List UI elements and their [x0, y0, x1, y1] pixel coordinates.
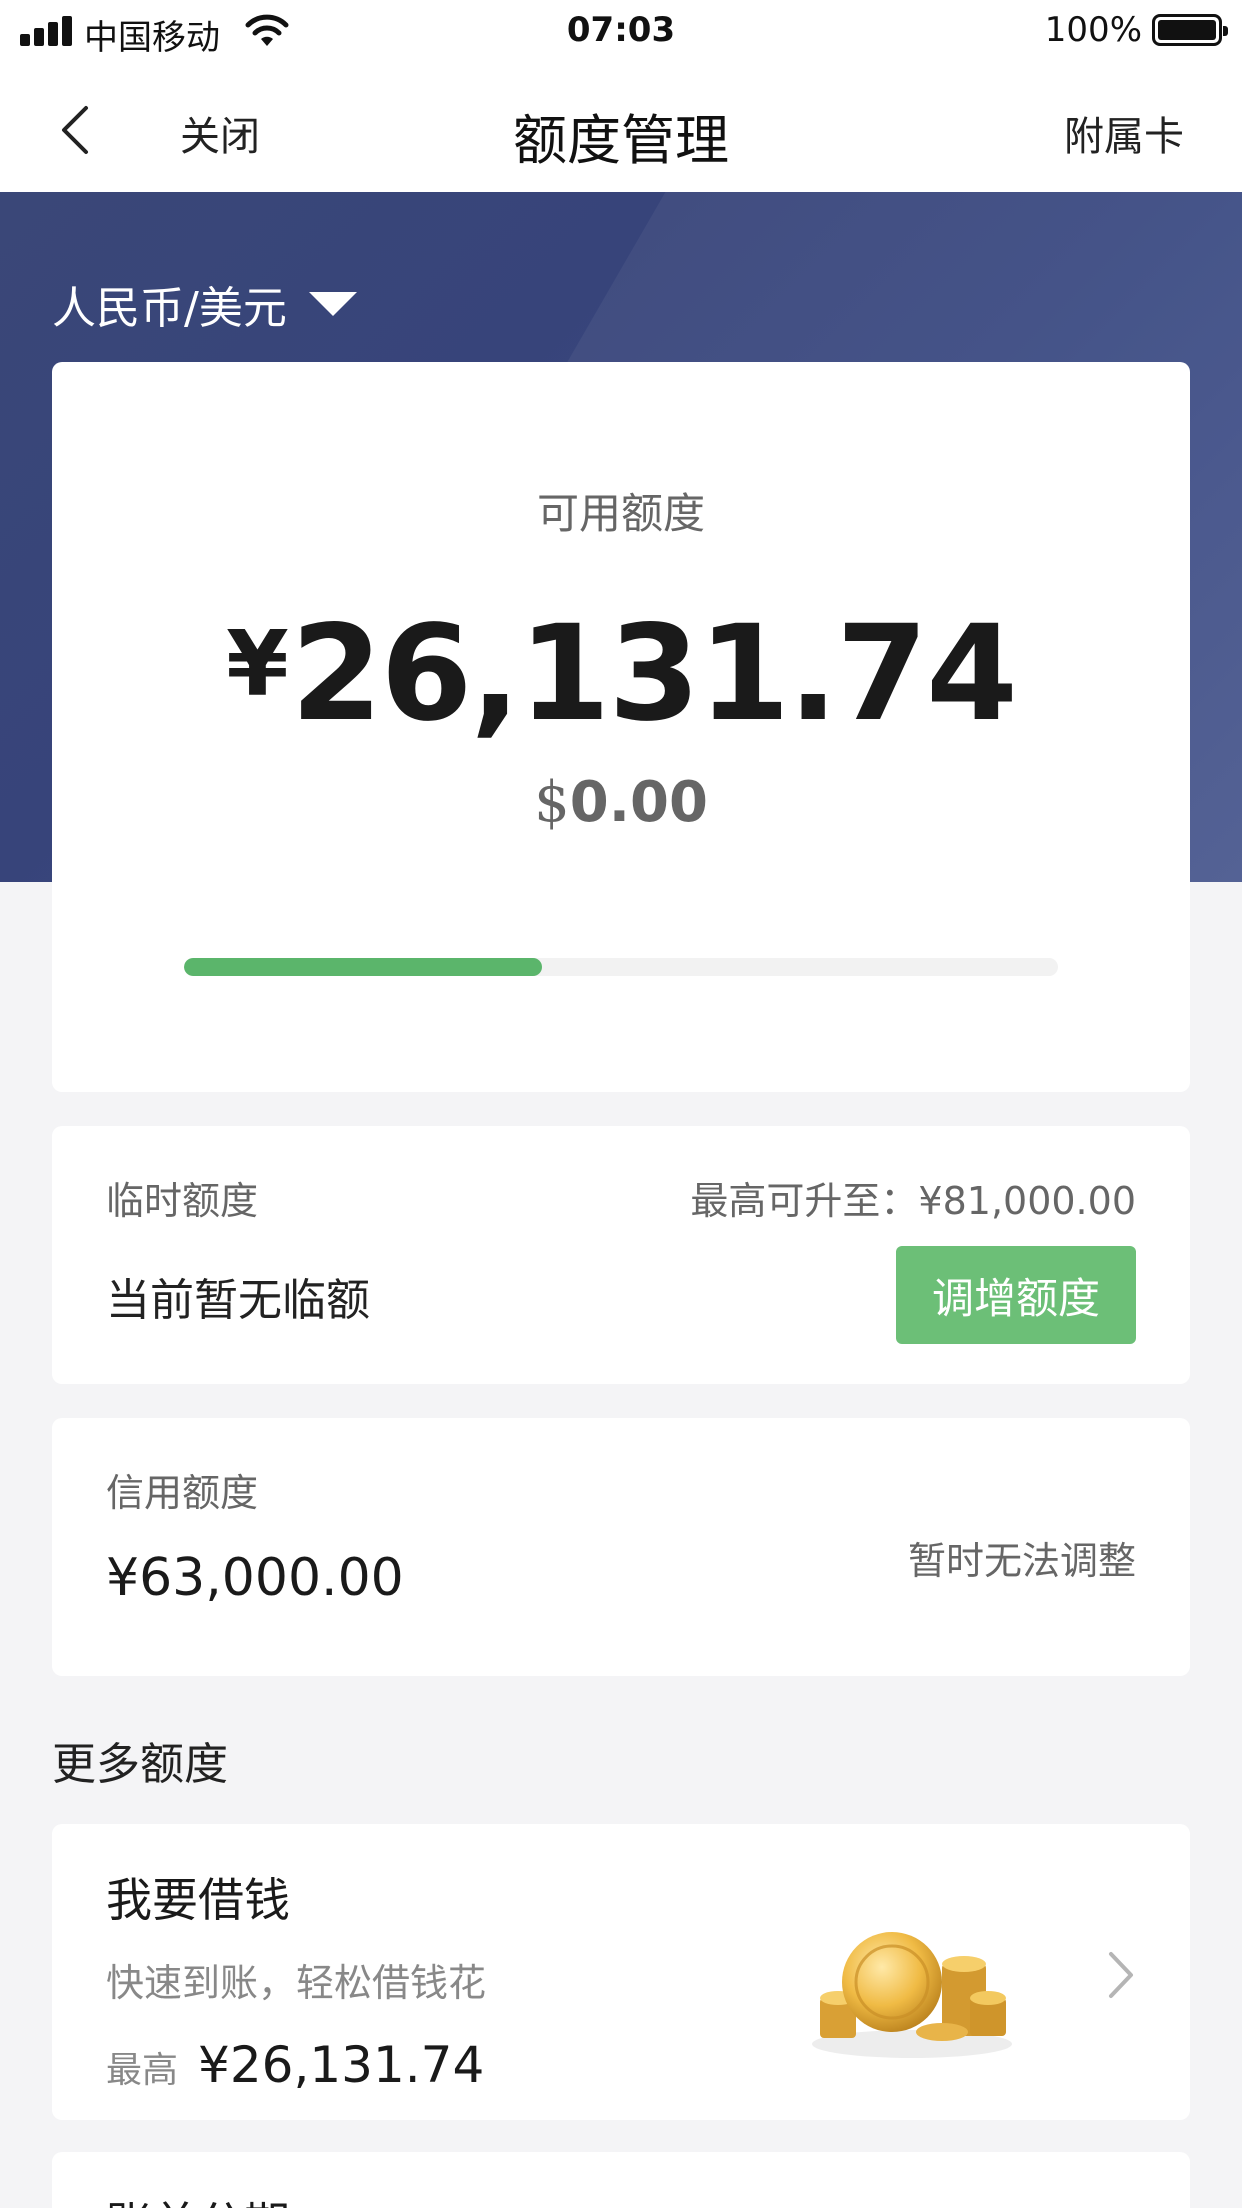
credit-limit-card: 信用额度 ¥63,000.00 暂时无法调整 [52, 1418, 1190, 1676]
available-credit-card: 可用额度 ¥26,131.74 $0.00 [52, 362, 1190, 1092]
borrow-money-subtitle: 快速到账，轻松借钱花 [106, 1961, 487, 2005]
temporary-credit-max: 最高可升至：¥81,000.00 [690, 1179, 1136, 1223]
usd-symbol: $ [534, 770, 570, 835]
available-credit-amount: ¥26,131.74 [52, 590, 1190, 749]
supplementary-card-button[interactable]: 附属卡 [1064, 104, 1184, 162]
usd-amount-value: 0.00 [569, 770, 708, 835]
currency-selector[interactable]: 人民币/美元 [52, 272, 357, 336]
borrow-max-label: 最高 [106, 2050, 179, 2091]
borrow-money-title: 我要借钱 [106, 1873, 290, 1927]
credit-limit-note: 暂时无法调整 [907, 1539, 1136, 1583]
gold-coins-icon [812, 1932, 1012, 2058]
usage-progress-bar [184, 958, 1058, 976]
credit-limit-label: 信用额度 [106, 1471, 259, 1515]
chevron-right-icon [1109, 1952, 1133, 1998]
battery-icon [1152, 14, 1228, 46]
temporary-credit-status: 当前暂无临额 [106, 1275, 370, 1326]
yen-symbol: ¥ [226, 612, 289, 717]
borrow-max-value: ¥26,131.74 [198, 2036, 485, 2094]
more-credit-section-title: 更多额度 [52, 1739, 228, 1790]
installment-card[interactable]: 账单分期 [52, 2152, 1190, 2208]
borrow-money-max: 最高 ¥26,131.74 [106, 2036, 484, 2094]
usage-progress-fill [184, 958, 543, 976]
usd-available-amount: $0.00 [52, 770, 1190, 835]
battery-percent: 100% [1044, 10, 1142, 50]
page-title: 额度管理 [513, 109, 729, 172]
available-amount-value: 26,131.74 [290, 597, 1018, 751]
temporary-credit-card: 临时额度 最高可升至：¥81,000.00 当前暂无临额 调增额度 [52, 1126, 1190, 1384]
temporary-credit-label: 临时额度 [106, 1179, 259, 1223]
nav-bar: 关闭 额度管理 附属卡 [0, 62, 1242, 192]
raise-limit-button[interactable]: 调增额度 [896, 1246, 1136, 1344]
borrow-money-card[interactable]: 我要借钱 快速到账，轻松借钱花 最高 ¥26,131.74 [52, 1824, 1190, 2120]
available-credit-label: 可用额度 [536, 489, 705, 538]
credit-limit-amount: ¥63,000.00 [106, 1548, 404, 1608]
installment-title: 账单分期 [106, 2188, 290, 2208]
status-bar: 中国移动 07:03 100% [0, 0, 1242, 62]
caret-down-icon [308, 292, 357, 316]
currency-selector-label: 人民币/美元 [52, 283, 287, 334]
